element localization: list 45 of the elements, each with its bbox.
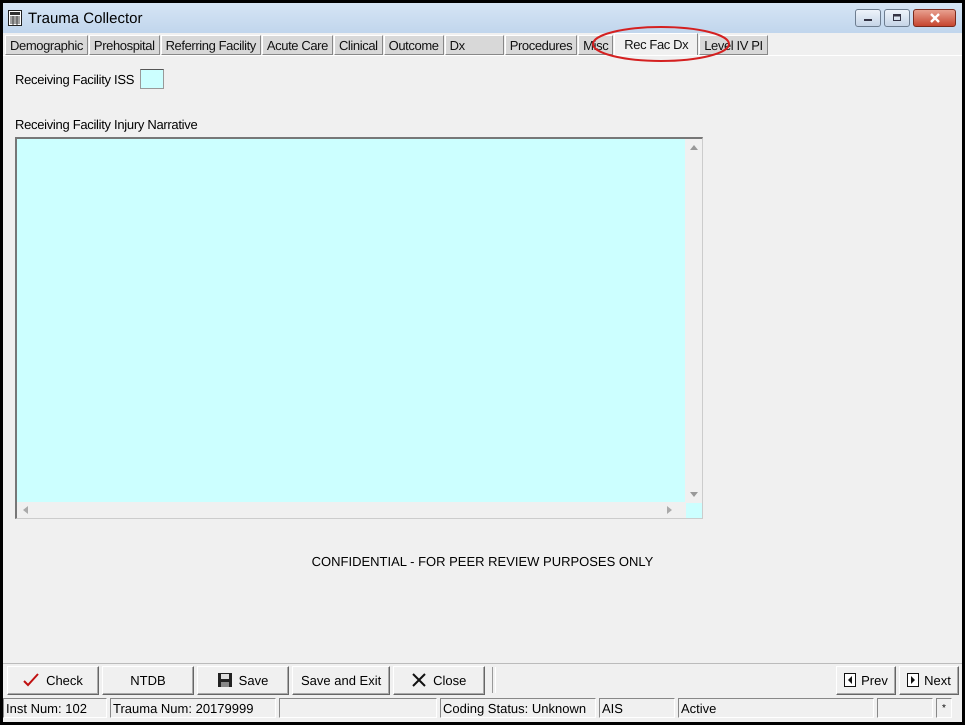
iss-label: Receiving Facility ISS [15,72,134,86]
restore-icon [892,14,902,22]
tab[interactable]: Rec Fac Dx [614,33,698,55]
toolbar-button[interactable]: Close [393,666,486,694]
window-title: Trauma Collector [28,10,142,26]
narrative-field[interactable] [15,137,703,519]
toolbar-button[interactable]: NTDB [102,666,194,694]
status-cell: Coding Status: Unknown [440,698,596,718]
close-button[interactable] [913,9,956,27]
tab[interactable]: Demographic [5,35,88,55]
close-icon [412,673,426,687]
scroll-up-icon[interactable] [690,145,698,150]
scroll-left-icon[interactable] [23,506,28,514]
left-arrow-page-icon [844,673,856,687]
scroll-right-icon[interactable] [667,506,672,514]
narrative-label: Receiving Facility Injury Narrative [15,117,198,132]
close-icon [928,13,940,23]
status-cell: AIS [599,698,675,718]
toolbar-button[interactable]: Save [197,666,289,694]
tab[interactable]: Dx [444,35,504,55]
right-arrow-page-icon [907,673,920,687]
nav-button[interactable]: Prev [836,666,896,694]
maximize-button[interactable] [884,9,910,27]
tab[interactable]: Outcome [384,35,444,55]
minimize-button[interactable] [855,9,881,27]
app-icon [8,10,22,26]
status-cell: Inst Num: 102 [3,698,107,718]
horizontal-scrollbar[interactable] [17,502,686,518]
tab[interactable]: Prehospital [88,35,160,55]
iss-field[interactable] [140,69,164,89]
status-cell: Active [678,698,874,718]
tab[interactable]: Procedures [504,35,578,55]
status-cell: Trauma Num: 20179999 [110,698,276,718]
tab[interactable]: Referring Facility [160,35,261,55]
tab[interactable]: Clinical [334,35,383,55]
status-cell: * [936,698,952,718]
check-icon [23,673,40,687]
toolbar-button[interactable]: Save and Exit [292,666,390,694]
vertical-scrollbar[interactable] [685,139,702,503]
nav-button[interactable]: Next [899,666,959,694]
confidential-notice: CONFIDENTIAL - FOR PEER REVIEW PURPOSES ONLY [310,554,654,569]
toolbar-button[interactable]: Check [7,666,99,694]
tab[interactable]: Acute Care [262,35,333,55]
scroll-down-icon[interactable] [690,492,698,497]
status-cell [877,698,933,718]
